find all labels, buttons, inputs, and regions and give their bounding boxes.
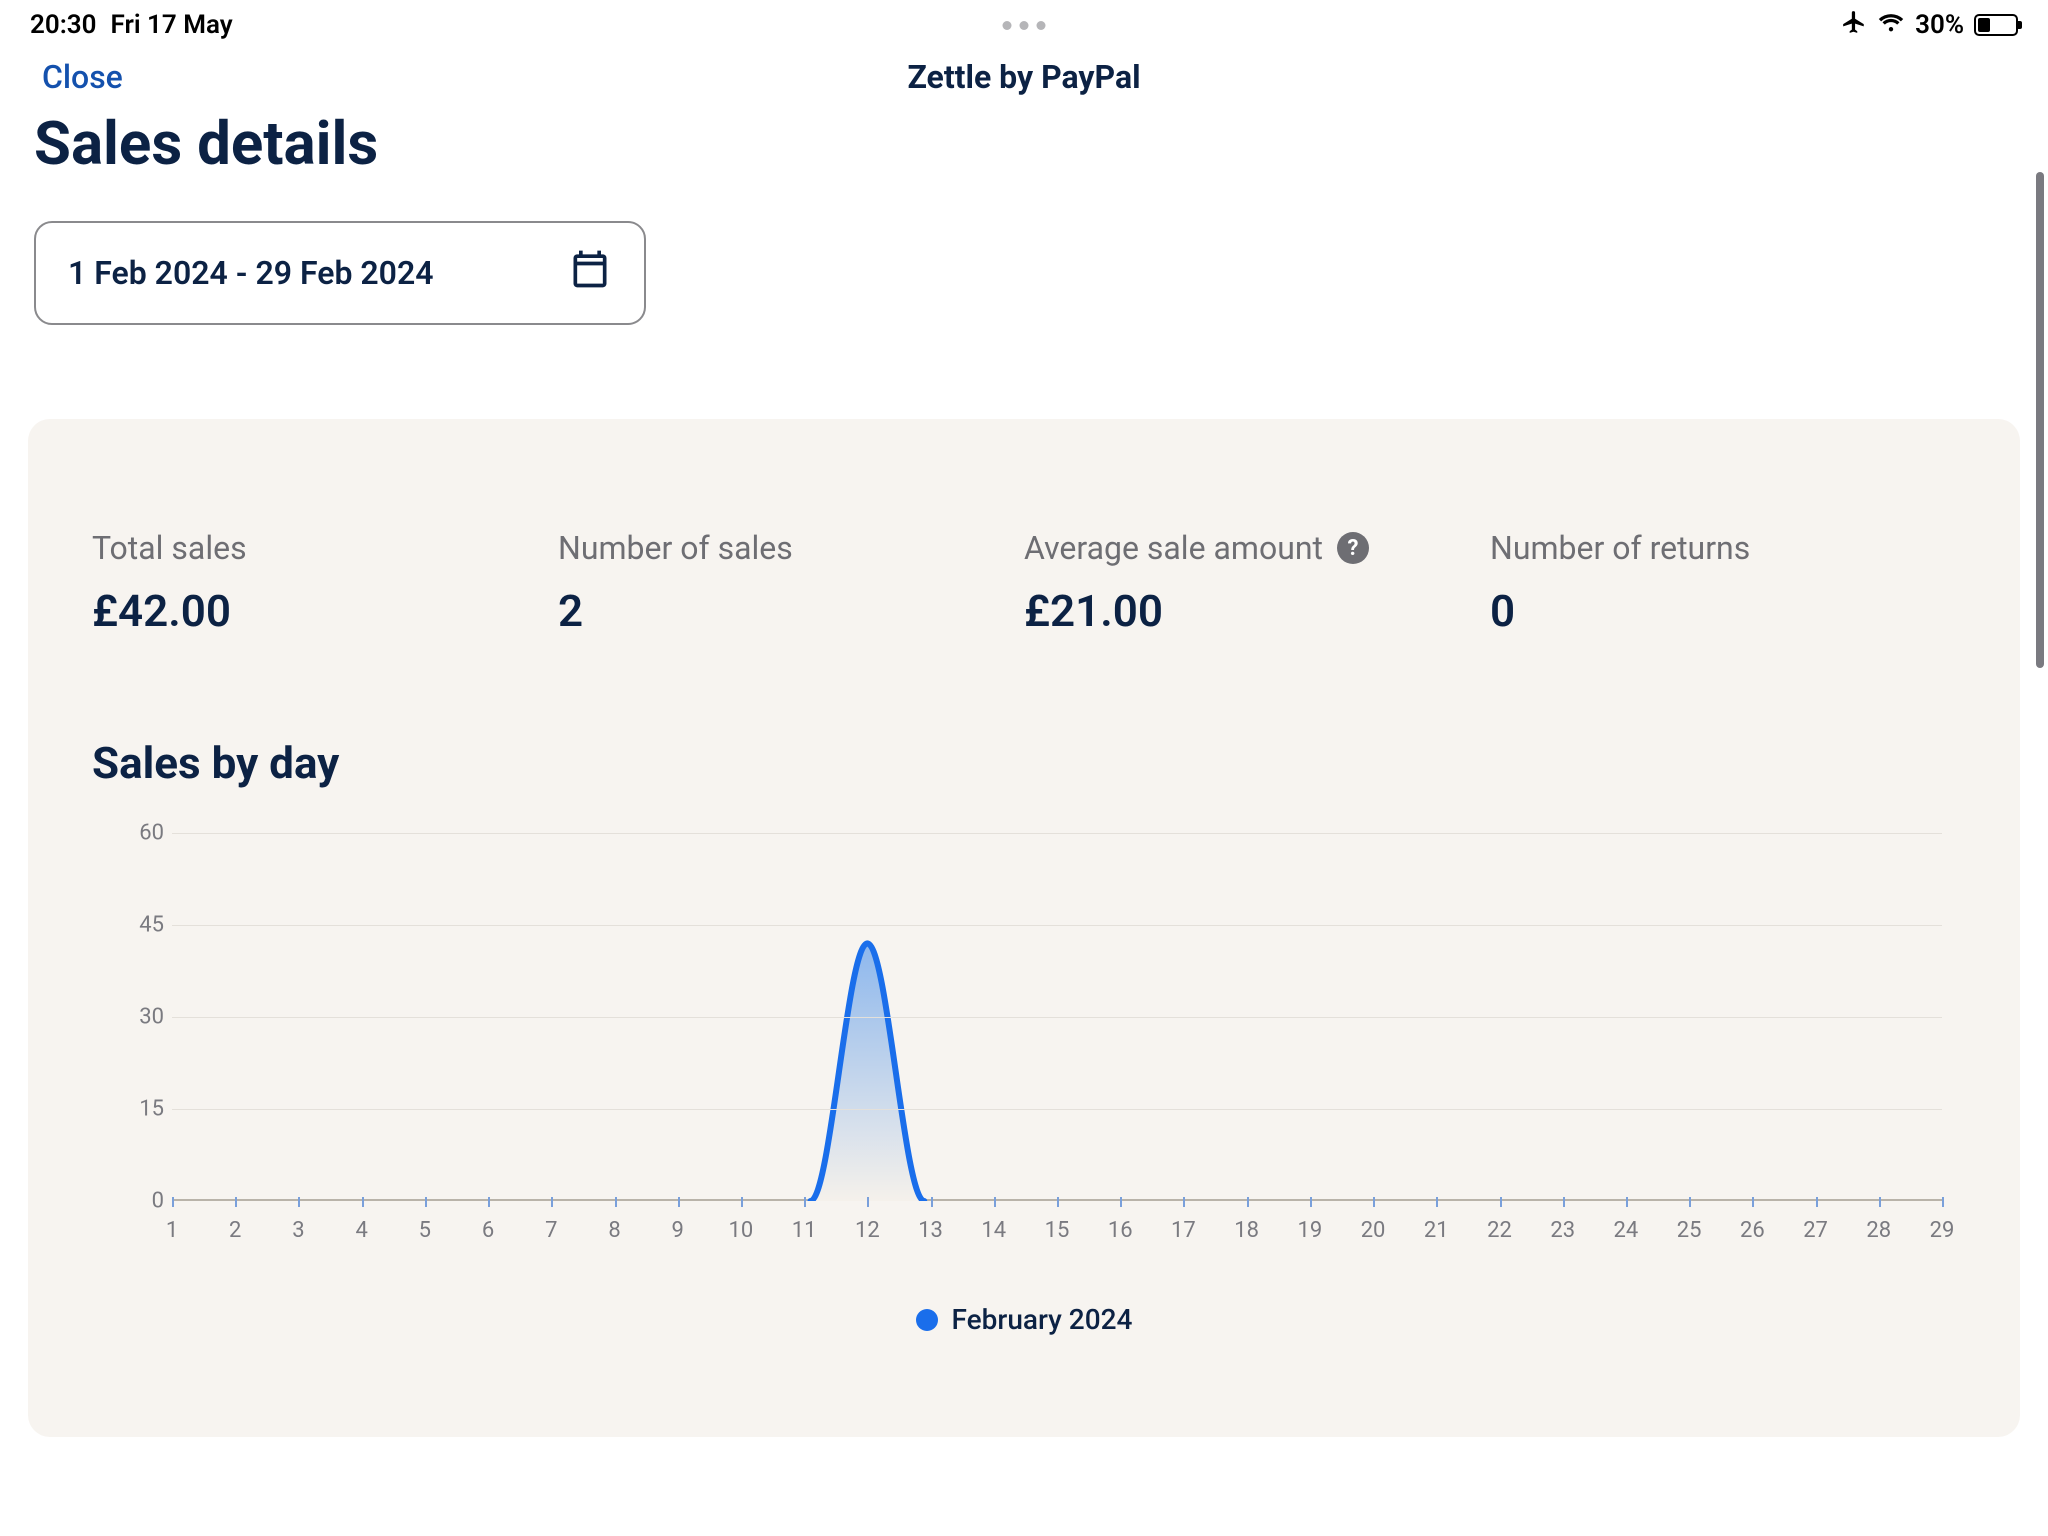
- battery-icon: [1974, 14, 2018, 36]
- metric-average-sale: Average sale amount ? £21.00: [1024, 529, 1490, 637]
- metric-value: £21.00: [1024, 585, 1490, 637]
- x-tick-label: 13: [918, 1218, 943, 1243]
- x-tick-label: 11: [792, 1218, 817, 1243]
- close-button[interactable]: Close: [42, 58, 123, 96]
- x-tick-label: 27: [1803, 1218, 1828, 1243]
- x-tick-label: 17: [1171, 1218, 1196, 1243]
- x-tick-label: 4: [355, 1218, 367, 1243]
- y-tick-label: 0: [116, 1189, 164, 1214]
- wifi-icon: [1877, 10, 1905, 40]
- y-tick-label: 15: [116, 1097, 164, 1122]
- metric-value: 0: [1490, 585, 1956, 637]
- x-tick-label: 9: [672, 1218, 684, 1243]
- y-tick-label: 30: [116, 1005, 164, 1030]
- sales-by-day-chart: 0153045601234567891011121314151617181920…: [92, 833, 1956, 1243]
- x-tick-label: 1: [166, 1218, 178, 1243]
- stats-card: Total sales £42.00 Number of sales 2 Ave…: [28, 419, 2020, 1437]
- x-tick-label: 21: [1424, 1218, 1449, 1243]
- battery-percent: 30%: [1915, 10, 1964, 40]
- x-tick-label: 20: [1361, 1218, 1386, 1243]
- metric-total-sales: Total sales £42.00: [92, 529, 558, 637]
- x-tick-label: 19: [1297, 1218, 1322, 1243]
- metric-number-of-sales: Number of sales 2: [558, 529, 1024, 637]
- metric-value: £42.00: [92, 585, 558, 637]
- legend-label: February 2024: [952, 1303, 1133, 1336]
- metric-label: Total sales: [92, 529, 558, 567]
- x-tick-label: 8: [608, 1218, 620, 1243]
- x-tick-label: 18: [1234, 1218, 1259, 1243]
- y-tick-label: 45: [116, 913, 164, 938]
- status-time: 20:30: [30, 10, 97, 40]
- multitask-dots: [1003, 21, 1046, 30]
- scroll-indicator[interactable]: [2036, 172, 2044, 668]
- x-tick-label: 25: [1677, 1218, 1702, 1243]
- x-tick-label: 7: [545, 1218, 557, 1243]
- calendar-icon: [568, 247, 612, 299]
- help-icon[interactable]: ?: [1337, 532, 1369, 564]
- date-range-text: 1 Feb 2024 - 29 Feb 2024: [68, 254, 434, 292]
- date-range-picker[interactable]: 1 Feb 2024 - 29 Feb 2024: [34, 221, 646, 325]
- y-tick-label: 60: [116, 821, 164, 846]
- x-tick-label: 5: [419, 1218, 431, 1243]
- metric-label: Number of sales: [558, 529, 1024, 567]
- legend-dot-icon: [916, 1309, 938, 1331]
- x-tick-label: 28: [1866, 1218, 1891, 1243]
- x-tick-label: 15: [1045, 1218, 1070, 1243]
- x-tick-label: 22: [1487, 1218, 1512, 1243]
- x-tick-label: 12: [855, 1218, 880, 1243]
- x-tick-label: 29: [1930, 1218, 1955, 1243]
- nav-title: Zettle by PayPal: [907, 58, 1140, 96]
- x-tick-label: 2: [229, 1218, 241, 1243]
- x-tick-label: 16: [1108, 1218, 1133, 1243]
- x-tick-label: 3: [292, 1218, 304, 1243]
- x-tick-label: 23: [1550, 1218, 1575, 1243]
- status-bar: 20:30 Fri 17 May 30%: [0, 0, 2048, 42]
- x-tick-label: 14: [981, 1218, 1006, 1243]
- airplane-icon: [1841, 9, 1867, 42]
- status-date: Fri 17 May: [111, 10, 233, 40]
- page-title: Sales details: [34, 108, 2048, 179]
- metric-number-of-returns: Number of returns 0: [1490, 529, 1956, 637]
- x-tick-label: 6: [482, 1218, 494, 1243]
- x-tick-label: 10: [729, 1218, 754, 1243]
- metric-value: 2: [558, 585, 1024, 637]
- metric-label: Average sale amount: [1024, 529, 1323, 567]
- chart-title: Sales by day: [92, 737, 1956, 789]
- metric-label: Number of returns: [1490, 529, 1956, 567]
- chart-legend: February 2024: [92, 1303, 1956, 1336]
- x-tick-label: 24: [1614, 1218, 1639, 1243]
- x-tick-label: 26: [1740, 1218, 1765, 1243]
